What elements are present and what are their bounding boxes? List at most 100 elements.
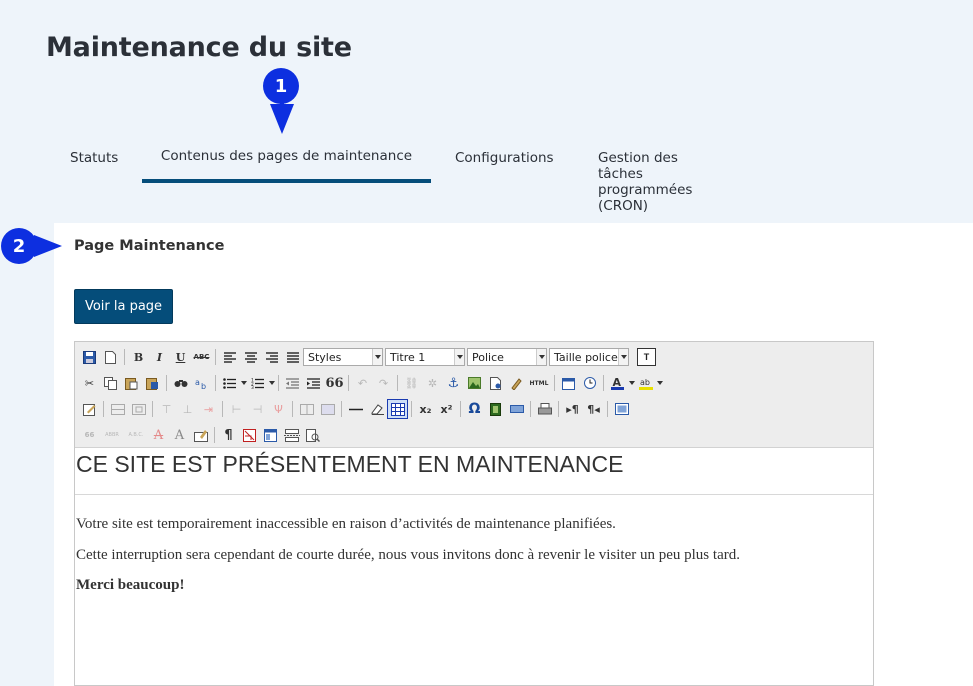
- edit-icon[interactable]: [79, 399, 100, 419]
- toolbar-separator: [603, 375, 604, 391]
- image-icon[interactable]: [464, 373, 485, 393]
- clock-icon[interactable]: [579, 373, 600, 393]
- visual-chars-icon[interactable]: ¶: [218, 425, 239, 445]
- font-select[interactable]: Police: [467, 348, 547, 366]
- insertion-icon[interactable]: A: [169, 425, 190, 445]
- blockquote-icon[interactable]: 66: [324, 373, 345, 393]
- redo-icon[interactable]: ↷: [373, 373, 394, 393]
- outdent-icon[interactable]: [282, 373, 303, 393]
- html-source-icon[interactable]: HTML: [527, 373, 551, 393]
- media-icon[interactable]: [485, 399, 506, 419]
- calendar-icon[interactable]: [558, 373, 579, 393]
- strikethrough-button[interactable]: ABC: [191, 347, 212, 367]
- annotation-arrow-1: [270, 104, 294, 134]
- preview-icon[interactable]: [302, 425, 323, 445]
- merge-cells-icon[interactable]: [317, 399, 338, 419]
- file-icon[interactable]: [485, 373, 506, 393]
- link-icon[interactable]: ⛓: [401, 373, 422, 393]
- attributes-icon[interactable]: [190, 425, 211, 445]
- eraser-icon[interactable]: [366, 399, 387, 419]
- replace-icon[interactable]: ab: [191, 373, 212, 393]
- split-cells-icon[interactable]: [296, 399, 317, 419]
- rtl-icon[interactable]: ¶◂: [583, 399, 604, 419]
- view-page-button[interactable]: Voir la page: [74, 289, 173, 324]
- cite-icon[interactable]: 66: [79, 425, 100, 445]
- toolbar-separator: [278, 375, 279, 391]
- insert-row-after-icon[interactable]: ⊥: [177, 399, 198, 419]
- copy-icon[interactable]: [100, 373, 121, 393]
- align-center-icon[interactable]: [240, 347, 261, 367]
- bold-button[interactable]: B: [128, 347, 149, 367]
- insert-col-before-icon[interactable]: ⊢: [226, 399, 247, 419]
- undo-icon[interactable]: ↶: [352, 373, 373, 393]
- editor-toolbar: B I U ABC Styles Titre 1 Police Taille p…: [75, 342, 873, 448]
- tab-maintenance-content[interactable]: Contenus des pages de maintenance: [142, 138, 431, 183]
- insert-row-before-icon[interactable]: ⊤: [156, 399, 177, 419]
- align-right-icon[interactable]: [261, 347, 282, 367]
- annotation-marker-1: 1: [263, 68, 299, 104]
- paste-icon[interactable]: [121, 373, 142, 393]
- format-select[interactable]: Titre 1: [385, 348, 465, 366]
- save-icon[interactable]: [79, 347, 100, 367]
- underline-button[interactable]: U: [170, 347, 191, 367]
- svg-text:ab: ab: [640, 378, 650, 387]
- nonbreaking-icon[interactable]: [239, 425, 260, 445]
- ltr-icon[interactable]: ▸¶: [562, 399, 583, 419]
- table-icon[interactable]: [387, 399, 408, 419]
- insert-col-after-icon[interactable]: ⊣: [247, 399, 268, 419]
- align-left-icon[interactable]: [219, 347, 240, 367]
- chevron-down-icon[interactable]: [269, 381, 275, 385]
- page-title: Maintenance du site: [46, 32, 352, 63]
- find-icon[interactable]: [170, 373, 191, 393]
- template-icon[interactable]: [260, 425, 281, 445]
- new-document-icon[interactable]: [100, 347, 121, 367]
- font-size-select-value: Taille police: [554, 350, 618, 364]
- paragraph-2: Cette interruption sera cependant de cou…: [76, 547, 740, 563]
- toolbar-separator: [215, 375, 216, 391]
- italic-button[interactable]: I: [149, 347, 170, 367]
- toolbar-separator: [348, 375, 349, 391]
- styles-select[interactable]: Styles: [303, 348, 383, 366]
- maintenance-heading: CE SITE EST PRÉSENTEMENT EN MAINTENANCE: [75, 448, 873, 495]
- textbox-button[interactable]: T: [637, 348, 656, 366]
- horizontal-rule-icon[interactable]: [345, 399, 366, 419]
- numbered-list-icon[interactable]: 123: [247, 373, 268, 393]
- indent-icon[interactable]: [303, 373, 324, 393]
- tab-cron[interactable]: Gestion des tâches programmées (CRON): [598, 140, 692, 214]
- print-icon[interactable]: [534, 399, 555, 419]
- chevron-down-icon[interactable]: [657, 381, 663, 385]
- delete-row-icon[interactable]: ⇥: [198, 399, 219, 419]
- editor-content[interactable]: CE SITE EST PRÉSENTEMENT EN MAINTENANCE …: [75, 448, 873, 594]
- table-row-icon[interactable]: [107, 399, 128, 419]
- justify-icon[interactable]: [282, 347, 303, 367]
- cut-icon[interactable]: ✂: [79, 373, 100, 393]
- anchor-icon[interactable]: ⚓: [443, 373, 464, 393]
- page-break-icon[interactable]: [506, 399, 527, 419]
- rich-text-editor: B I U ABC Styles Titre 1 Police Taille p…: [74, 341, 874, 686]
- background-color-icon[interactable]: ab: [635, 373, 656, 393]
- special-char-icon[interactable]: Ω: [464, 399, 485, 419]
- delete-col-icon[interactable]: Ψ: [268, 399, 289, 419]
- table-cell-icon[interactable]: [128, 399, 149, 419]
- fullscreen-icon[interactable]: [611, 399, 632, 419]
- abbreviation-icon[interactable]: ABBR: [100, 425, 124, 445]
- font-select-value: Police: [472, 350, 504, 364]
- subscript-button[interactable]: x₂: [415, 399, 436, 419]
- closing-text: Merci beaucoup!: [76, 577, 185, 593]
- deletion-icon[interactable]: A: [148, 425, 169, 445]
- font-size-select[interactable]: Taille police: [549, 348, 629, 366]
- superscript-button[interactable]: x²: [436, 399, 457, 419]
- bulleted-list-icon[interactable]: [219, 373, 240, 393]
- toolbar-separator: [554, 375, 555, 391]
- toolbar-separator: [214, 427, 215, 443]
- text-color-icon[interactable]: A: [607, 373, 628, 393]
- unlink-icon[interactable]: ✲: [422, 373, 443, 393]
- clean-code-icon[interactable]: [506, 373, 527, 393]
- acronym-icon[interactable]: A.B.C.: [124, 425, 148, 445]
- paste-word-icon[interactable]: [142, 373, 163, 393]
- format-select-value: Titre 1: [390, 350, 426, 364]
- page-break-insert-icon[interactable]: [281, 425, 302, 445]
- toolbar-separator: [341, 401, 342, 417]
- tab-configurations[interactable]: Configurations: [455, 140, 554, 184]
- tab-statuts[interactable]: Statuts: [70, 140, 118, 184]
